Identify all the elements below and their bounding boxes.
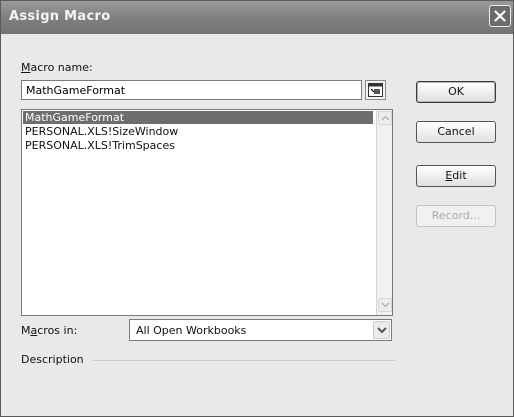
macro-name-input[interactable] [21, 80, 362, 100]
ok-button[interactable]: OK [416, 81, 496, 103]
scroll-down-button[interactable] [378, 298, 392, 312]
chevron-down-icon [381, 302, 390, 308]
description-divider [93, 360, 395, 361]
vertical-scrollbar[interactable] [376, 110, 392, 315]
chevron-down-icon [377, 327, 387, 334]
macro-list[interactable]: MathGameFormat PERSONAL.XLS!SizeWindow P… [21, 109, 393, 316]
macro-list-item[interactable]: MathGameFormat [23, 111, 373, 124]
record-button[interactable]: Record... [416, 205, 496, 227]
macro-name-label: Macro name: [21, 61, 93, 74]
close-icon [494, 10, 506, 22]
assign-macro-dialog: Assign Macro Macro name: MathGameFormat … [0, 0, 514, 417]
collapse-dialog-button[interactable] [365, 80, 386, 100]
collapse-dialog-icon [368, 83, 383, 97]
macro-list-item[interactable]: PERSONAL.XLS!TrimSpaces [23, 139, 373, 152]
scroll-up-button[interactable] [378, 111, 392, 125]
macros-in-value: All Open Workbooks [136, 324, 247, 337]
dropdown-button[interactable] [373, 321, 390, 339]
title-bar[interactable]: Assign Macro [1, 1, 513, 34]
close-button[interactable] [489, 5, 511, 27]
edit-button[interactable]: Edit [416, 165, 496, 187]
cancel-button[interactable]: Cancel [416, 121, 496, 143]
macros-in-label: Macros in: [21, 324, 78, 337]
dialog-title: Assign Macro [9, 9, 111, 24]
description-label: Description [21, 353, 84, 366]
macros-in-dropdown[interactable]: All Open Workbooks [129, 319, 392, 341]
chevron-up-icon [381, 115, 390, 121]
macro-list-item[interactable]: PERSONAL.XLS!SizeWindow [23, 125, 373, 138]
